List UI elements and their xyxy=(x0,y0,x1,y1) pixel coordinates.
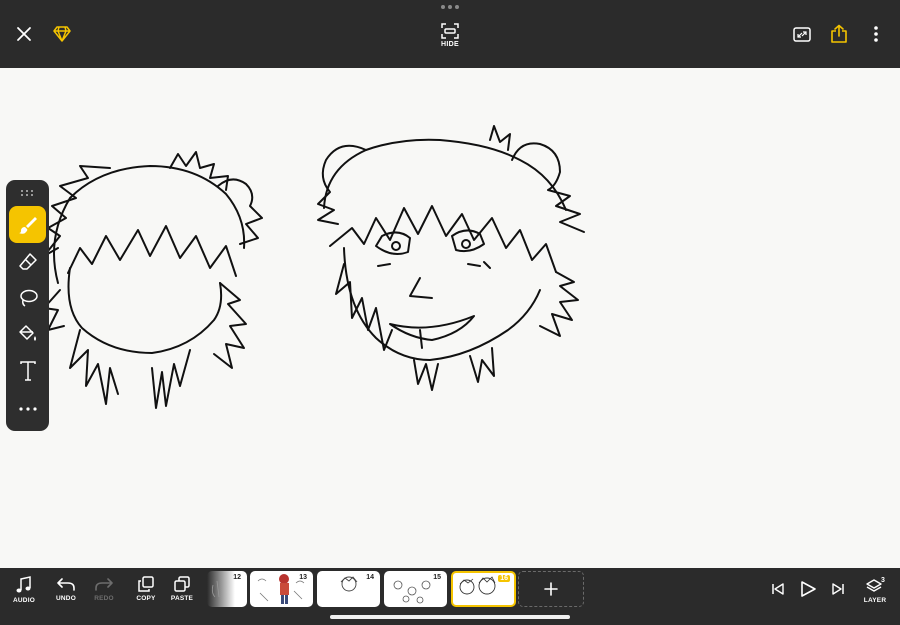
lasso-tool-button[interactable] xyxy=(9,279,46,316)
undo-button[interactable]: UNDO xyxy=(48,576,84,610)
more-vertical-icon xyxy=(874,26,878,42)
top-toolbar: HIDE xyxy=(0,0,900,68)
audio-label: AUDIO xyxy=(13,597,35,604)
close-button[interactable] xyxy=(12,22,36,46)
tool-palette xyxy=(6,180,49,431)
undo-label: UNDO xyxy=(56,595,76,602)
left-head-sketch xyxy=(43,151,263,409)
lasso-icon xyxy=(19,289,38,307)
music-note-icon xyxy=(16,576,31,593)
frame-thumbnail[interactable]: 12 xyxy=(207,571,247,607)
hide-button[interactable]: HIDE xyxy=(430,20,470,50)
frame-thumbnail[interactable]: 15 xyxy=(384,571,447,607)
more-options-button[interactable] xyxy=(864,22,888,46)
paint-bucket-icon xyxy=(18,324,36,341)
home-indicator xyxy=(330,615,570,619)
audio-button[interactable]: AUDIO xyxy=(6,576,42,610)
drawing-canvas[interactable] xyxy=(0,68,900,568)
first-frame-button[interactable] xyxy=(766,578,790,600)
layer-label: LAYER xyxy=(863,597,887,604)
eraser-icon xyxy=(18,252,37,270)
brush-icon xyxy=(18,216,37,234)
skip-forward-icon xyxy=(832,583,844,595)
more-horizontal-icon xyxy=(18,406,37,411)
frame-timeline: 12 13 14 15 16 xyxy=(207,571,517,607)
copy-label: COPY xyxy=(136,595,156,602)
fullscreen-icon xyxy=(793,26,811,42)
undo-icon xyxy=(57,578,75,591)
fullscreen-button[interactable] xyxy=(790,22,814,46)
more-tools-button[interactable] xyxy=(9,390,46,427)
copy-button[interactable]: COPY xyxy=(128,576,164,610)
copy-icon xyxy=(138,576,154,592)
frame-number: 13 xyxy=(299,574,307,581)
add-frame-button[interactable] xyxy=(518,571,584,607)
premium-button[interactable] xyxy=(50,22,74,46)
close-icon xyxy=(17,27,31,41)
brush-tool-button[interactable] xyxy=(9,206,46,243)
play-button[interactable] xyxy=(796,578,820,600)
animation-app: HIDE AUDIO UNDO REDO COPY PASTE 12 13 14… xyxy=(0,0,900,625)
layer-count: 3 xyxy=(881,577,885,584)
bottom-toolbar: AUDIO UNDO REDO COPY PASTE 12 13 14 15 1… xyxy=(0,568,900,625)
plus-icon xyxy=(544,582,558,596)
frame-thumbnail[interactable]: 13 xyxy=(250,571,313,607)
redo-button[interactable]: REDO xyxy=(86,576,122,610)
paste-icon xyxy=(174,576,190,592)
frame-number: 14 xyxy=(366,574,374,581)
frame-thumbnail-current[interactable]: 16 xyxy=(451,571,516,607)
frame-thumbnail[interactable]: 14 xyxy=(317,571,380,607)
share-button[interactable] xyxy=(826,21,852,47)
fill-tool-button[interactable] xyxy=(9,315,46,352)
play-icon xyxy=(801,581,816,597)
sketch-drawing xyxy=(43,125,585,409)
skip-back-icon xyxy=(772,583,784,595)
layer-button[interactable]: 3 LAYER xyxy=(857,576,893,610)
hide-icon xyxy=(441,22,459,39)
frame-number: 12 xyxy=(233,574,241,581)
redo-label: REDO xyxy=(94,595,114,602)
text-icon xyxy=(19,360,36,381)
hide-label: HIDE xyxy=(441,40,459,48)
paste-button[interactable]: PASTE xyxy=(164,576,200,610)
paste-label: PASTE xyxy=(170,595,194,602)
window-grip-icon[interactable] xyxy=(441,5,459,11)
frame-preview-image xyxy=(211,580,220,598)
diamond-icon xyxy=(53,26,71,42)
frame-number: 15 xyxy=(433,574,441,581)
text-tool-button[interactable] xyxy=(9,352,46,389)
palette-grip-icon[interactable] xyxy=(20,189,34,197)
frame-number: 16 xyxy=(498,575,510,582)
eraser-tool-button[interactable] xyxy=(9,243,46,280)
redo-icon xyxy=(95,578,113,591)
layers-icon: 3 xyxy=(866,577,885,592)
last-frame-button[interactable] xyxy=(826,578,850,600)
right-head-sketch xyxy=(317,125,585,391)
share-icon xyxy=(831,24,847,43)
